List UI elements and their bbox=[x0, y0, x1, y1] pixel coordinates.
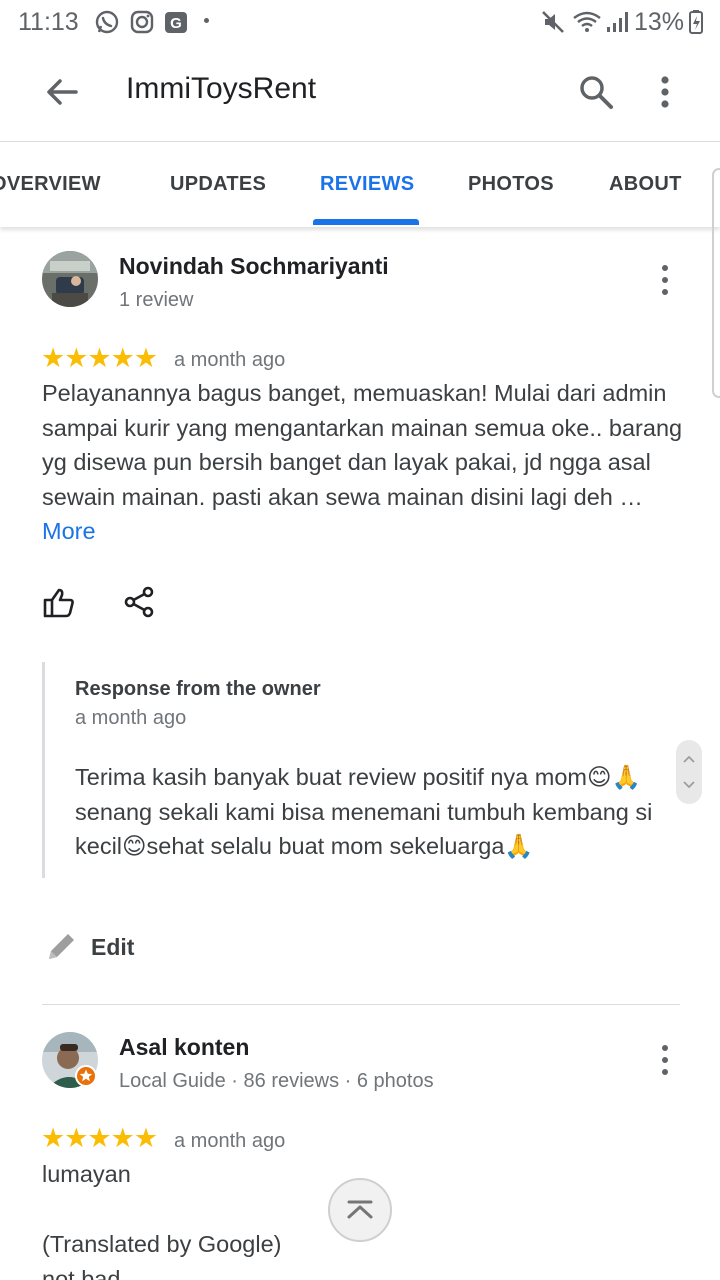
google-icon: G bbox=[165, 12, 187, 33]
instagram-icon bbox=[130, 10, 154, 34]
search-icon[interactable] bbox=[576, 72, 616, 112]
tab-overview[interactable]: OVERVIEW bbox=[0, 173, 101, 196]
reviewer-name[interactable]: Asal konten bbox=[119, 1034, 249, 1061]
avatar-photo bbox=[42, 251, 98, 307]
signal-icon bbox=[607, 12, 628, 32]
notification-dot bbox=[204, 18, 209, 23]
owner-response-date: a month ago bbox=[75, 707, 187, 729]
scroll-handle[interactable] bbox=[676, 740, 702, 804]
share-icon[interactable] bbox=[122, 585, 156, 619]
review-date: a month ago bbox=[174, 1130, 286, 1152]
avatar-photo bbox=[42, 1032, 98, 1088]
battery-percentage: 13% bbox=[634, 8, 685, 36]
status-bar: 11:13 G 13% bbox=[0, 0, 720, 46]
review-menu-icon[interactable] bbox=[655, 1043, 675, 1077]
review-menu-icon[interactable] bbox=[655, 263, 675, 297]
tab-updates[interactable]: UPDATES bbox=[170, 173, 266, 196]
scroll-chevrons-icon bbox=[683, 755, 695, 789]
review-divider bbox=[42, 1004, 680, 1005]
battery-icon bbox=[689, 10, 703, 34]
more-options-icon[interactable] bbox=[652, 72, 678, 112]
star-rating: ★★★★★ bbox=[41, 343, 158, 373]
tab-about[interactable]: ABOUT bbox=[609, 173, 682, 196]
back-arrow-icon[interactable] bbox=[42, 72, 82, 112]
owner-response: Response from the owner a month ago Teri… bbox=[42, 662, 682, 878]
edit-label: Edit bbox=[91, 934, 135, 960]
review-date: a month ago bbox=[174, 349, 286, 371]
translated-text: not bad bbox=[42, 1266, 121, 1280]
tab-photos[interactable]: PHOTOS bbox=[468, 173, 554, 196]
wifi-icon bbox=[573, 11, 601, 32]
reviewer-meta: Local Guide · 86 reviews · 6 photos bbox=[119, 1070, 434, 1092]
more-link[interactable]: More bbox=[42, 518, 96, 544]
scroll-to-top-button[interactable] bbox=[328, 1178, 392, 1242]
star-rating: ★★★★★ bbox=[41, 1123, 158, 1153]
side-edge-handle bbox=[712, 168, 720, 398]
reviewer-avatar[interactable] bbox=[42, 251, 98, 307]
review-body: Pelayanannya bagus banget, memuaskan! Mu… bbox=[42, 380, 683, 510]
status-time: 11:13 bbox=[18, 8, 79, 36]
thumbs-up-icon[interactable] bbox=[42, 586, 76, 620]
app-bar: ImmiToysRent bbox=[0, 46, 720, 142]
tab-bar: OVERVIEW UPDATES REVIEWS PHOTOS ABOUT bbox=[0, 143, 720, 227]
whatsapp-icon bbox=[95, 10, 119, 34]
pencil-icon bbox=[49, 934, 74, 959]
mute-icon bbox=[542, 11, 564, 33]
svg-text:G: G bbox=[170, 15, 182, 32]
reviewer-name[interactable]: Novindah Sochmariyanti bbox=[119, 253, 389, 280]
owner-response-title: Response from the owner bbox=[75, 678, 321, 700]
reviewer-meta: 1 review bbox=[119, 289, 194, 311]
reviewer-avatar[interactable] bbox=[42, 1032, 98, 1088]
review-text: Pelayanannya bagus banget, memuaskan! Mu… bbox=[42, 376, 692, 549]
arrow-up-icon bbox=[347, 1200, 373, 1219]
owner-response-text: Terima kasih banyak buat review positif … bbox=[75, 764, 653, 859]
tab-reviews[interactable]: REVIEWS bbox=[320, 173, 414, 196]
active-tab-indicator bbox=[313, 219, 419, 225]
page-title: ImmiToysRent bbox=[126, 72, 317, 105]
